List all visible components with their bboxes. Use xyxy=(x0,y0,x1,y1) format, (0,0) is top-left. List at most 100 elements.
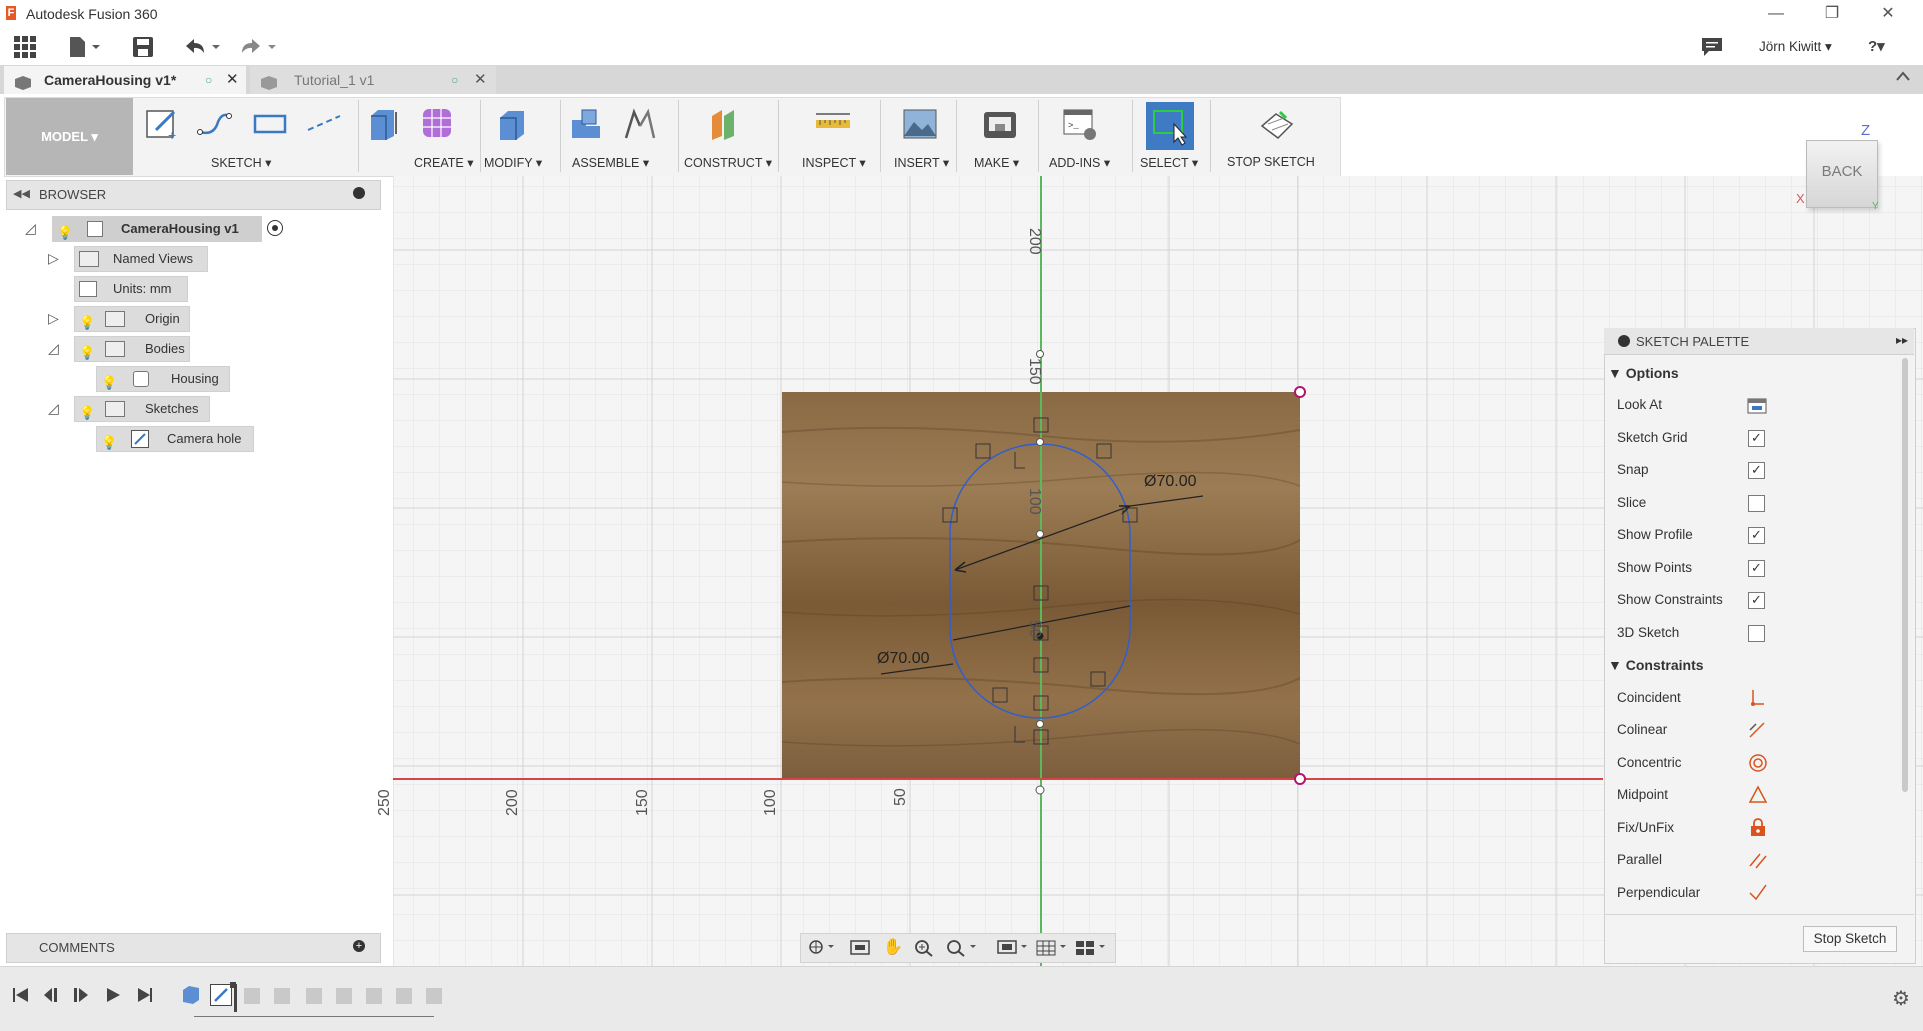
pan-hand-icon[interactable]: ✋ xyxy=(883,937,903,957)
constraint-coincident[interactable]: Coincident xyxy=(1617,690,1681,705)
3d-sketch-checkbox[interactable] xyxy=(1748,625,1765,642)
visibility-bulb-icon[interactable]: 💡 xyxy=(79,311,95,335)
addins-menu[interactable]: ADD-INS ▾ xyxy=(1049,155,1110,170)
fit-zoom-icon[interactable] xyxy=(946,939,978,960)
grid-settings-icon[interactable] xyxy=(1036,939,1068,960)
joint-icon[interactable] xyxy=(622,106,658,142)
tree-item-origin[interactable]: 💡 Origin xyxy=(74,306,190,332)
comments-panel[interactable]: COMMENTS + xyxy=(6,933,381,963)
undo-icon[interactable] xyxy=(182,36,222,61)
create-menu[interactable]: CREATE ▾ xyxy=(414,155,474,170)
step-back-icon[interactable] xyxy=(42,987,60,1008)
constraint-midpoint[interactable]: Midpoint xyxy=(1617,787,1668,802)
constraint-perpendicular[interactable]: Perpendicular xyxy=(1617,885,1700,900)
constraint-parallel[interactable]: Parallel xyxy=(1617,852,1662,867)
select-menu[interactable]: SELECT ▾ xyxy=(1140,155,1198,170)
look-at-icon[interactable] xyxy=(1747,396,1767,417)
offset-plane-icon[interactable] xyxy=(708,106,744,142)
go-to-start-icon[interactable] xyxy=(12,987,30,1008)
notifications-icon[interactable] xyxy=(1701,37,1723,60)
parallel-icon[interactable] xyxy=(1748,850,1768,873)
palette-options-icon[interactable] xyxy=(1618,335,1630,347)
snap-checkbox[interactable]: ✓ xyxy=(1748,462,1765,479)
slice-checkbox[interactable] xyxy=(1748,495,1765,512)
user-menu[interactable]: Jörn Kiwitt ▾ xyxy=(1759,39,1832,55)
sketch-grid-checkbox[interactable]: ✓ xyxy=(1748,430,1765,447)
browser-options-icon[interactable] xyxy=(353,187,365,199)
play-icon[interactable] xyxy=(104,987,122,1008)
collapse-root-icon[interactable]: ◿ xyxy=(25,220,36,237)
assemble-menu[interactable]: ASSEMBLE ▾ xyxy=(572,155,649,170)
timeline-playhead[interactable] xyxy=(234,984,237,1012)
palette-scrollbar[interactable] xyxy=(1902,358,1908,792)
extrude-icon[interactable] xyxy=(366,106,402,142)
expand-origin-icon[interactable]: ▷ xyxy=(48,310,59,327)
visibility-bulb-icon[interactable]: 💡 xyxy=(101,431,117,455)
rectangle-tool-icon[interactable] xyxy=(252,106,288,142)
construct-menu[interactable]: CONSTRUCT ▾ xyxy=(684,155,772,170)
show-profile-checkbox[interactable]: ✓ xyxy=(1748,527,1765,544)
construction-line-icon[interactable] xyxy=(306,106,342,142)
visibility-bulb-icon[interactable]: 💡 xyxy=(57,221,73,245)
dimension-label-top[interactable]: Ø70.00 xyxy=(1144,473,1196,491)
visibility-bulb-icon[interactable]: 💡 xyxy=(79,401,95,425)
line-tool-icon[interactable] xyxy=(196,106,232,142)
collapse-browser-icon[interactable]: ◀◀ xyxy=(13,187,30,200)
viewports-icon[interactable] xyxy=(1075,939,1107,960)
sketch-menu[interactable]: SKETCH ▾ xyxy=(211,155,271,170)
options-section-header[interactable]: ▼ Options xyxy=(1608,365,1679,381)
new-component-icon[interactable] xyxy=(568,106,604,142)
visibility-bulb-icon[interactable]: 💡 xyxy=(101,371,117,395)
orbit-icon[interactable] xyxy=(808,939,836,958)
browser-header[interactable]: ◀◀ BROWSER xyxy=(6,180,381,210)
lock-icon[interactable] xyxy=(1749,817,1767,840)
zoom-icon[interactable] xyxy=(914,939,934,960)
stop-sketch-icon[interactable] xyxy=(1258,106,1294,142)
expand-named-views-icon[interactable]: ▷ xyxy=(48,250,59,267)
inspect-menu[interactable]: INSPECT ▾ xyxy=(802,155,866,170)
redo-icon[interactable] xyxy=(238,36,278,61)
show-constraints-checkbox[interactable]: ✓ xyxy=(1748,592,1765,609)
data-panel-grid-icon[interactable] xyxy=(14,36,36,61)
workspace-switcher[interactable]: MODEL ▾ xyxy=(6,98,133,175)
collapse-sketches-icon[interactable]: ◿ xyxy=(48,400,59,417)
dimension-label-bottom[interactable]: Ø70.00 xyxy=(877,650,929,668)
insert-canvas-icon[interactable] xyxy=(902,106,938,142)
tab-tutorial[interactable]: Tutorial_1 v1 ○ ✕ xyxy=(250,66,496,94)
stop-sketch-button[interactable]: STOP SKETCH xyxy=(1227,155,1315,169)
close-tab-icon[interactable]: ✕ xyxy=(226,66,239,94)
restore-button[interactable]: ❐ xyxy=(1804,0,1860,28)
colinear-icon[interactable] xyxy=(1748,720,1766,743)
tab-camerahousing[interactable]: CameraHousing v1* ○ ✕ xyxy=(4,66,246,94)
tree-item-housing[interactable]: 💡 Housing xyxy=(96,366,230,392)
sketch-palette-header[interactable]: SKETCH PALETTE ▸▸ xyxy=(1604,328,1914,355)
press-pull-icon[interactable] xyxy=(494,106,530,142)
insert-menu[interactable]: INSERT ▾ xyxy=(894,155,949,170)
concentric-icon[interactable] xyxy=(1748,753,1768,776)
tree-item-named-views[interactable]: Named Views xyxy=(74,246,208,272)
scripts-addins-icon[interactable]: >_ xyxy=(1062,106,1098,142)
tree-item-camera-hole[interactable]: 💡 Camera hole xyxy=(96,426,254,452)
file-menu-icon[interactable] xyxy=(68,36,102,61)
activate-component-icon[interactable] xyxy=(267,220,283,236)
collapse-ribbon-icon[interactable] xyxy=(1895,70,1911,85)
save-icon[interactable] xyxy=(132,36,154,61)
tree-item-sketches[interactable]: 💡 Sketches xyxy=(74,396,210,422)
minimize-button[interactable]: — xyxy=(1748,0,1804,28)
tree-item-units[interactable]: Units: mm xyxy=(74,276,188,302)
midpoint-icon[interactable] xyxy=(1748,785,1768,808)
perpendicular-icon[interactable] xyxy=(1748,883,1768,906)
look-at-nav-icon[interactable] xyxy=(850,939,870,958)
step-forward-icon[interactable] xyxy=(72,987,90,1008)
display-settings-icon[interactable] xyxy=(997,939,1029,960)
expand-palette-icon[interactable]: ▸▸ xyxy=(1896,333,1908,347)
constraint-concentric[interactable]: Concentric xyxy=(1617,755,1682,770)
show-points-checkbox[interactable]: ✓ xyxy=(1748,560,1765,577)
modify-menu[interactable]: MODIFY ▾ xyxy=(484,155,542,170)
help-menu[interactable]: ?▾ xyxy=(1868,37,1885,55)
select-tool-button[interactable] xyxy=(1146,102,1194,150)
tree-item-bodies[interactable]: 💡 Bodies xyxy=(74,336,190,362)
constraint-colinear[interactable]: Colinear xyxy=(1617,722,1667,737)
go-to-end-icon[interactable] xyxy=(136,987,154,1008)
tree-root-camerahousing[interactable]: 💡 CameraHousing v1 xyxy=(52,216,262,242)
